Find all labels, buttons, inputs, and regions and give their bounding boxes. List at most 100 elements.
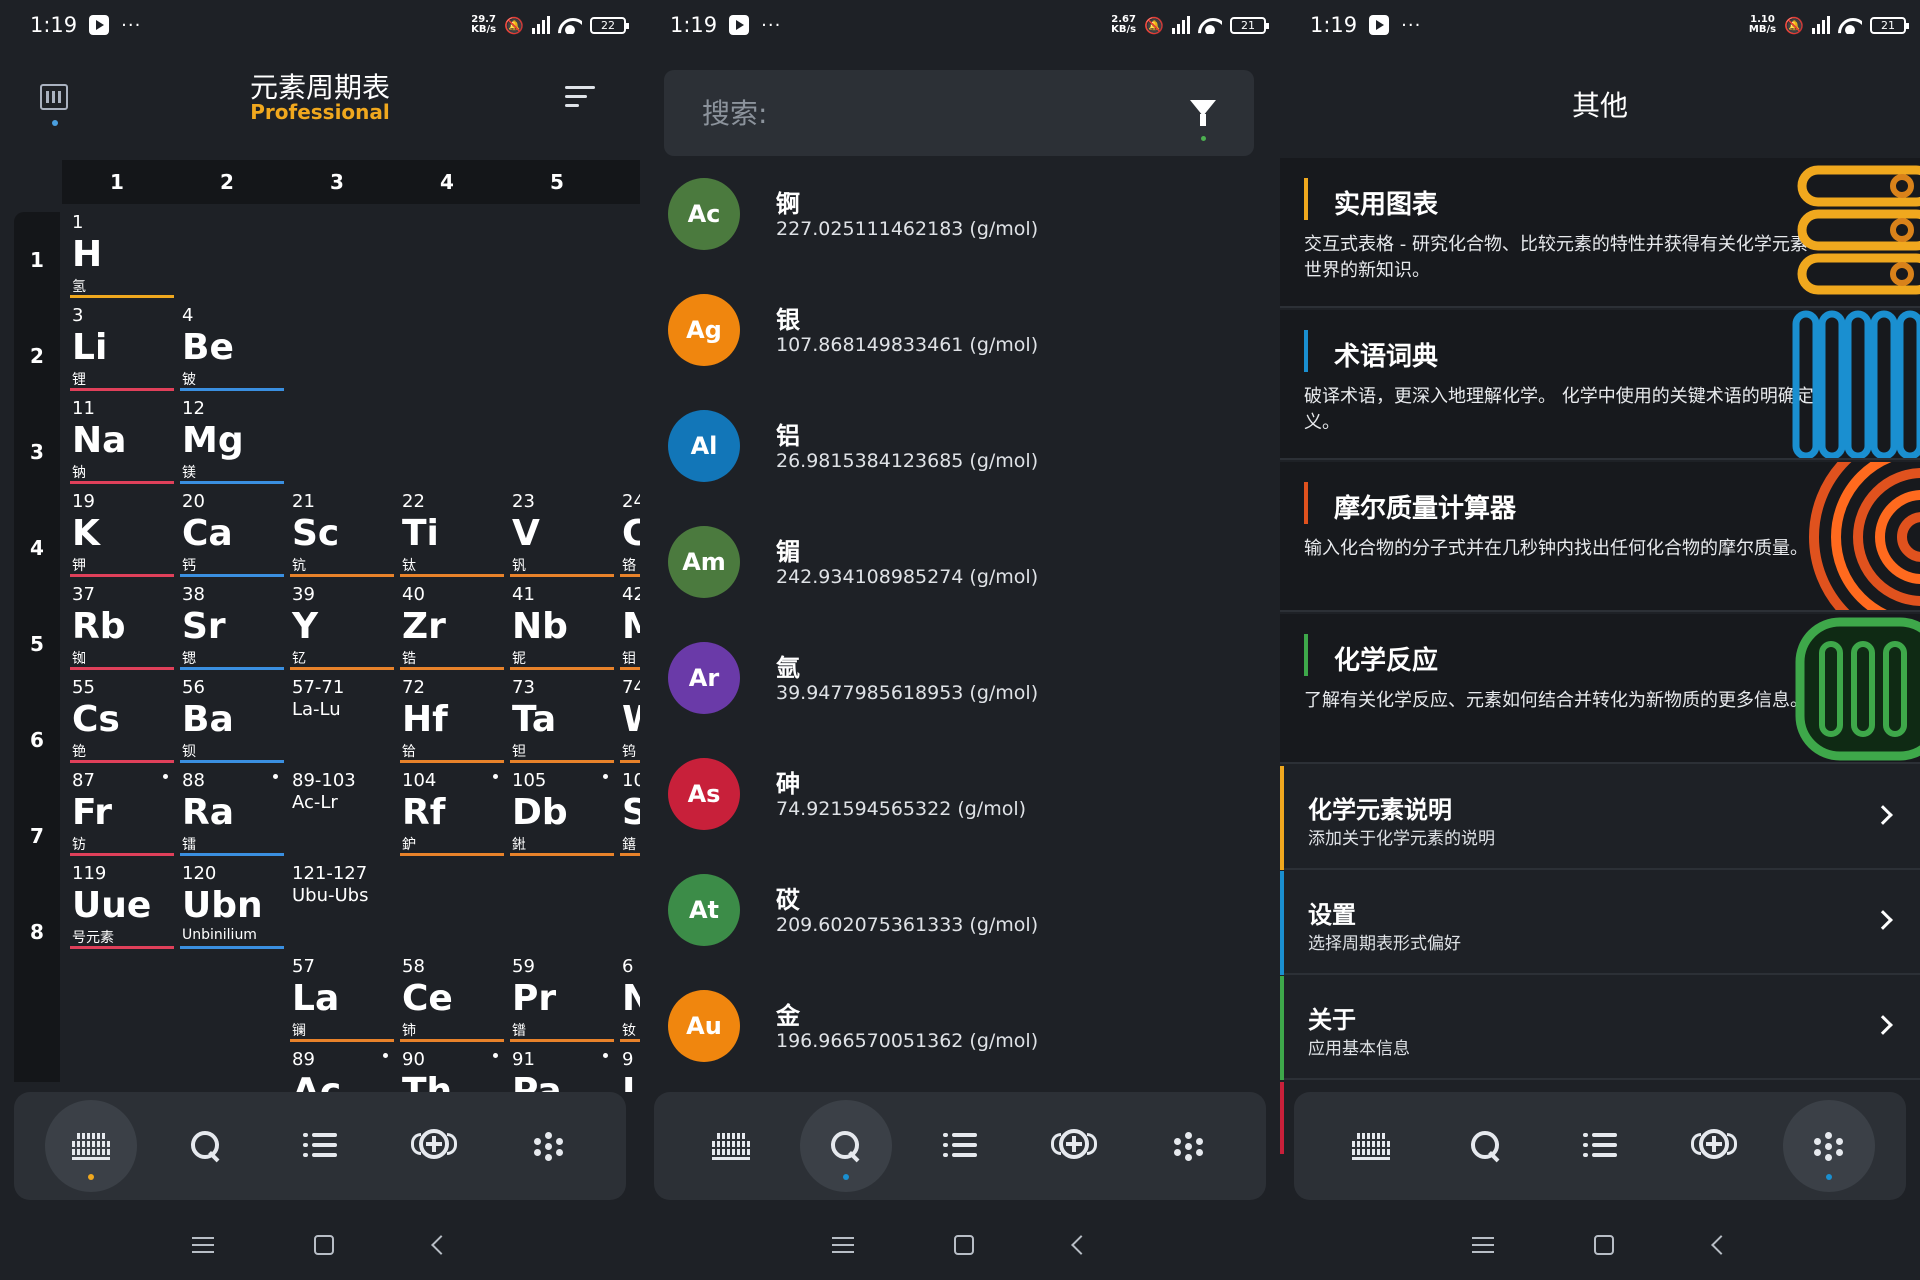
element-cell[interactable]: 119 Uue 号元素 — [70, 863, 174, 949]
element-cell[interactable]: 91 Pa — [510, 1049, 614, 1092]
nav-button-calculator-add[interactable] — [388, 1100, 480, 1192]
element-cell[interactable]: 105 Db 𨧀 — [510, 770, 614, 856]
atomic-number: 6 — [622, 956, 634, 977]
element-symbol: Ta — [512, 699, 557, 740]
element-cell[interactable]: 4 Be 铍 — [180, 305, 284, 391]
element-name: 砷 — [776, 770, 800, 798]
feature-card[interactable]: 实用图表 交互式表格 - 研究化合物、比较元素的特性并获得有关化学元素世界的新知识… — [1280, 158, 1920, 308]
category-line — [400, 574, 504, 577]
back-icon[interactable] — [1711, 1235, 1731, 1255]
element-cell[interactable]: 59 Pr 镨 — [510, 956, 614, 1042]
nav-button-molecule[interactable] — [1782, 1100, 1875, 1192]
element-cell[interactable]: 57 La 镧 — [290, 956, 394, 1042]
element-cell[interactable]: 21 Sc 钪 — [290, 491, 394, 577]
element-cell[interactable]: 23 V 钒 — [510, 491, 614, 577]
element-cell[interactable]: 37 Rb 铷 — [70, 584, 174, 670]
nav-button-molecule[interactable] — [503, 1100, 595, 1192]
nav-button-calculator-add[interactable] — [1668, 1100, 1760, 1192]
feature-card[interactable]: 摩尔质量计算器 输入化合物的分子式并在几秒钟内找出任何化合物的摩尔质量。 — [1280, 462, 1920, 612]
element-symbol: Ce — [402, 978, 453, 1019]
element-cell[interactable]: 120 Ubn Unbinilium — [180, 863, 284, 949]
nav-button-list[interactable] — [914, 1100, 1006, 1192]
element-cell[interactable]: 38 Sr 锶 — [180, 584, 284, 670]
element-cell[interactable]: 55 Cs 铯 — [70, 677, 174, 763]
element-cell[interactable]: 89-103 Ac-Lr — [290, 770, 394, 856]
element-cell[interactable]: 19 K 钾 — [70, 491, 174, 577]
element-cell[interactable]: 1H氢 — [70, 212, 174, 298]
nav-button-search[interactable] — [160, 1100, 252, 1192]
recents-icon[interactable] — [832, 1237, 854, 1253]
status-time: 1:19 — [1310, 13, 1358, 37]
element-list-item[interactable]: Al 铝 26.9815384123685 (g/mol) — [640, 410, 1280, 526]
recents-icon[interactable] — [192, 1237, 214, 1253]
card-illustration — [1809, 462, 1920, 610]
element-name: 氩 — [776, 654, 800, 682]
nav-button-calculator-add[interactable] — [1028, 1100, 1120, 1192]
element-cell[interactable]: 3 Li 锂 — [70, 305, 174, 391]
element-cell[interactable]: 22 Ti 钛 — [400, 491, 504, 577]
element-cell[interactable]: 24 C 铬 — [620, 491, 640, 577]
element-symbol: Uue — [72, 885, 152, 926]
back-icon[interactable] — [1071, 1235, 1091, 1255]
element-cell[interactable]: 74W钨 — [620, 677, 640, 763]
element-cell[interactable]: 89 Ac — [290, 1049, 394, 1092]
element-name: 钾 — [72, 558, 86, 574]
home-icon[interactable] — [954, 1235, 974, 1255]
element-cell[interactable]: 56 Ba 钡 — [180, 677, 284, 763]
element-cell[interactable]: 12 Mg 镁 — [180, 398, 284, 484]
back-icon[interactable] — [431, 1235, 451, 1255]
nav-button-list[interactable] — [1554, 1100, 1646, 1192]
element-list-item[interactable]: At 砹 209.602075361333 (g/mol) — [640, 874, 1280, 990]
element-cell[interactable]: 39 Y 钇 — [290, 584, 394, 670]
element-cell[interactable]: 104 Rf 鈩 — [400, 770, 504, 856]
element-cell[interactable]: 88 Ra 镭 — [180, 770, 284, 856]
element-symbol: Zr — [402, 606, 446, 647]
element-list-item[interactable]: Ar 氩 39.9477985618953 (g/mol) — [640, 642, 1280, 758]
element-cell[interactable]: 9U铀 — [620, 1049, 640, 1092]
element-list-item[interactable]: Ac 锕 227.025111462183 (g/mol) — [640, 178, 1280, 294]
element-cell[interactable]: 90 Th — [400, 1049, 504, 1092]
element-cell[interactable]: 121-127 Ubu-Ubs — [290, 863, 394, 949]
nav-button-list[interactable] — [274, 1100, 366, 1192]
element-list-item[interactable]: Am 镅 242.934108985274 (g/mol) — [640, 526, 1280, 642]
element-cell[interactable]: 57-71 La-Lu — [290, 677, 394, 763]
element-cell[interactable]: 73 Ta 钽 — [510, 677, 614, 763]
bottom-nav — [654, 1092, 1266, 1200]
element-list-item[interactable]: Ag 银 107.868149833461 (g/mol) — [640, 294, 1280, 410]
home-icon[interactable] — [314, 1235, 334, 1255]
nav-button-search[interactable] — [1440, 1100, 1532, 1192]
feature-card[interactable]: 术语词典 破译术语，更深入地理解化学。 化学中使用的关键术语的明确定义。 — [1280, 310, 1920, 460]
system-nav — [640, 1220, 1280, 1270]
element-cell[interactable]: 40 Zr 锆 — [400, 584, 504, 670]
settings-list-item[interactable]: 化学元素说明 添加关于化学元素的说明 — [1280, 766, 1920, 870]
element-cell[interactable]: 20 Ca 钙 — [180, 491, 284, 577]
element-cell[interactable]: 42 M 钼 — [620, 584, 640, 670]
element-cell[interactable]: 72 Hf 铪 — [400, 677, 504, 763]
battery-icon: 21 — [1870, 16, 1909, 34]
nav-button-molecule[interactable] — [1143, 1100, 1235, 1192]
home-icon[interactable] — [1594, 1235, 1614, 1255]
element-cell[interactable]: 41 Nb 铌 — [510, 584, 614, 670]
element-name: 钽 — [512, 744, 526, 760]
list-icon — [302, 1133, 337, 1159]
settings-list-item[interactable]: 关于 应用基本信息 — [1280, 976, 1920, 1080]
category-line — [70, 574, 174, 577]
element-cell[interactable]: 10 S 𨭎 — [620, 770, 640, 856]
nav-button-table[interactable] — [1325, 1100, 1417, 1192]
nav-button-table[interactable] — [45, 1100, 138, 1192]
element-list-item[interactable]: As 砷 74.921594565322 (g/mol) — [640, 758, 1280, 874]
recents-icon[interactable] — [1472, 1237, 1494, 1253]
nav-button-search[interactable] — [799, 1100, 892, 1192]
nav-button-table[interactable] — [685, 1100, 777, 1192]
category-line — [510, 760, 614, 763]
element-name: 镨 — [512, 1023, 526, 1039]
element-list-item[interactable]: Au 金 196.966570051362 (g/mol) — [640, 990, 1280, 1092]
feature-card[interactable]: 化学反应 了解有关化学反应、元素如何结合并转化为新物质的更多信息。 — [1280, 614, 1920, 764]
element-cell[interactable]: 87 Fr 钫 — [70, 770, 174, 856]
element-cell[interactable]: 11 Na 钠 — [70, 398, 174, 484]
settings-list-item[interactable]: 设置 选择周期表形式偏好 — [1280, 871, 1920, 975]
element-cell[interactable]: 58 Ce 铈 — [400, 956, 504, 1042]
element-cell[interactable]: 6N钕 — [620, 956, 640, 1042]
element-symbol: U — [622, 1071, 640, 1092]
periodic-grid: 1 H 氢 3 Li 锂 4 Be 铍 11 Na 钠 12 Mg 镁 19 K 钾 20 Ca 钙 21 Sc 钪 22 Ti 钛… — [0, 0, 640, 1092]
